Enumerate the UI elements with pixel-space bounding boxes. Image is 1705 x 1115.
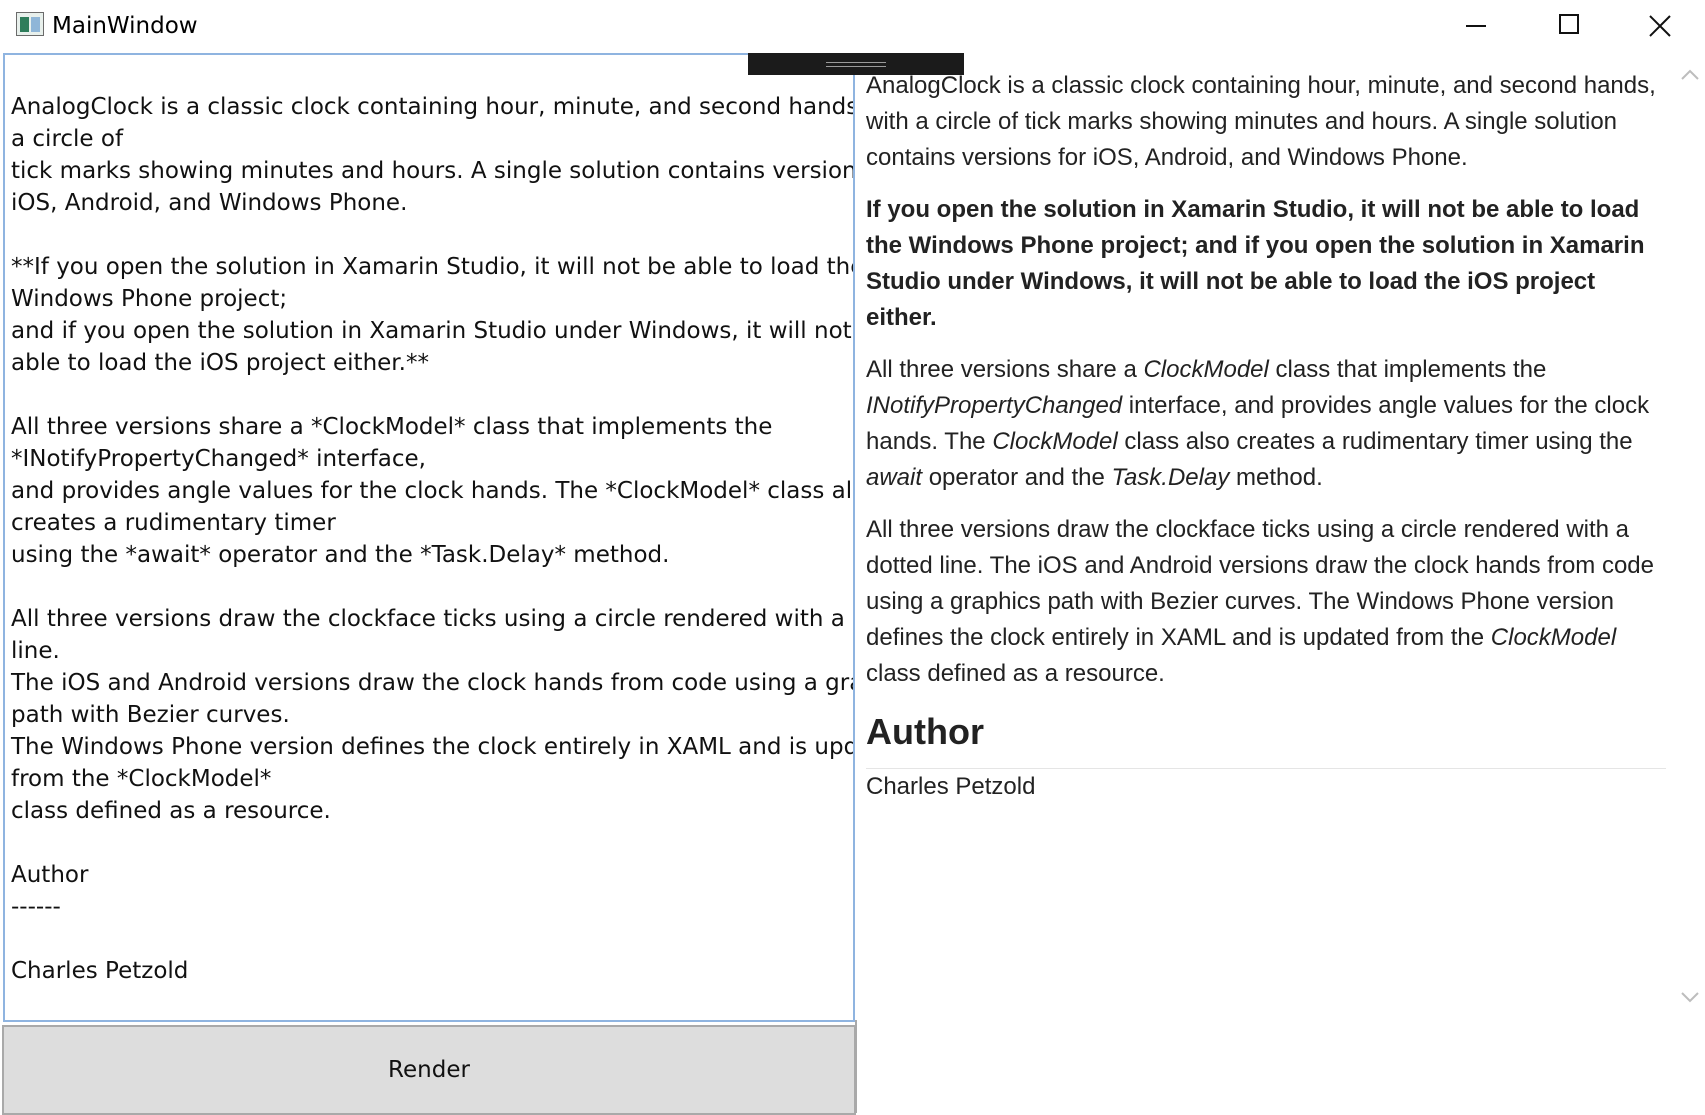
text-run: All three versions share a bbox=[866, 356, 1144, 383]
italic-run: ClockModel bbox=[1490, 624, 1617, 651]
text-run: method. bbox=[1229, 464, 1323, 491]
italic-run: Task.Delay bbox=[1111, 464, 1230, 491]
markdown-editor[interactable]: AnalogClock is a classic clock containin… bbox=[3, 53, 855, 1022]
chevron-down-icon[interactable] bbox=[1676, 983, 1704, 1011]
text-run: class also creates a rudimentary timer u… bbox=[1117, 428, 1633, 455]
preview-paragraph-warning: If you open the solution in Xamarin Stud… bbox=[866, 196, 1645, 331]
window-title: MainWindow bbox=[52, 13, 198, 39]
vertical-scrollbar[interactable] bbox=[1674, 53, 1705, 1025]
text-run: operator and the bbox=[922, 464, 1112, 491]
render-button[interactable]: Render bbox=[2, 1025, 856, 1115]
title-bar[interactable]: MainWindow bbox=[0, 0, 1705, 52]
preview-paragraph-intro: AnalogClock is a classic clock containin… bbox=[866, 72, 1656, 171]
italic-run: ClockModel bbox=[1143, 356, 1269, 383]
preview-paragraph-clockface: All three versions draw the clockface ti… bbox=[866, 512, 1666, 692]
text-run: class that implements the bbox=[1268, 356, 1547, 383]
italic-run: ClockModel bbox=[992, 428, 1118, 455]
text-run: class defined as a resource. bbox=[866, 660, 1165, 687]
grip-line bbox=[826, 62, 886, 63]
minimize-button[interactable] bbox=[1430, 0, 1522, 50]
maximize-button[interactable] bbox=[1522, 0, 1614, 50]
markdown-preview: AnalogClock is a classic clock containin… bbox=[866, 68, 1666, 1028]
close-icon bbox=[1649, 15, 1671, 37]
italic-run: await bbox=[866, 464, 923, 491]
author-name: Charles Petzold bbox=[866, 773, 1036, 800]
minimize-icon bbox=[1466, 25, 1486, 27]
app-window-icon bbox=[16, 12, 44, 36]
author-heading: Author bbox=[866, 708, 1666, 769]
grip-line bbox=[826, 66, 886, 67]
close-button[interactable] bbox=[1614, 0, 1705, 50]
maximize-icon bbox=[1559, 14, 1579, 34]
markdown-source-text[interactable]: AnalogClock is a classic clock containin… bbox=[11, 91, 853, 987]
preview-paragraph-clockmodel: All three versions share a ClockModel cl… bbox=[866, 352, 1666, 496]
divider bbox=[855, 1020, 857, 1113]
chevron-up-icon[interactable] bbox=[1676, 61, 1704, 89]
italic-run: INotifyPropertyChanged bbox=[866, 392, 1123, 419]
